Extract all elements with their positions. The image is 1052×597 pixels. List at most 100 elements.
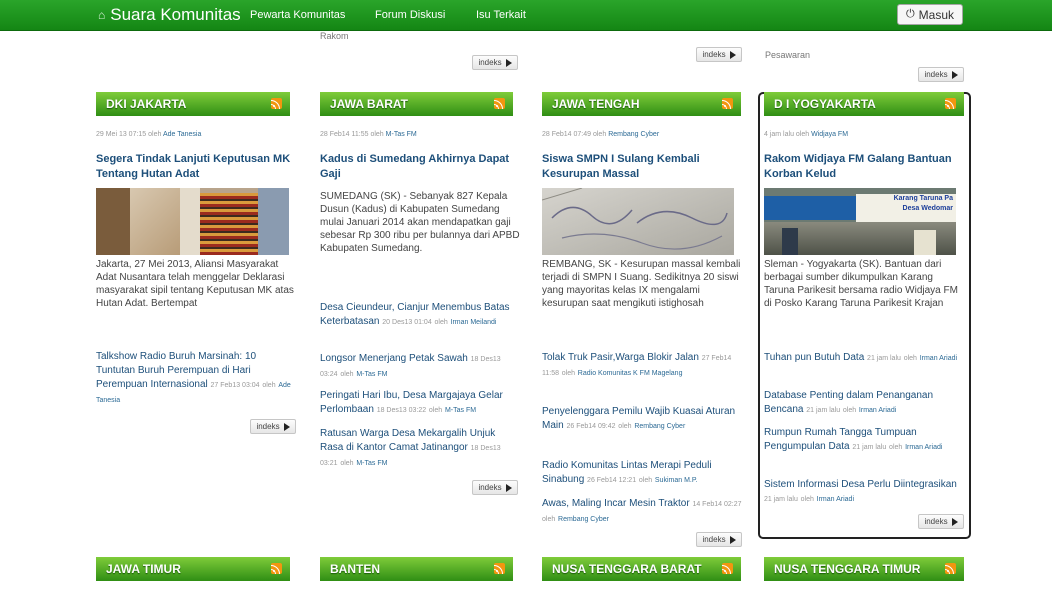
nav-forum-diskusi[interactable]: Forum Diskusi — [375, 9, 445, 21]
play-icon — [951, 517, 958, 526]
rss-icon[interactable] — [722, 98, 733, 109]
section-header-dki-jakarta[interactable]: DKI JAKARTA — [96, 92, 290, 116]
play-icon — [729, 50, 736, 59]
indeks-label: indeks — [478, 58, 502, 67]
home-icon: ⌂ — [98, 8, 106, 22]
login-button[interactable]: ⏻ Masuk — [897, 4, 963, 25]
indeks-button[interactable]: indeks — [696, 532, 742, 547]
author-link[interactable]: M-Tas FM — [356, 371, 387, 378]
clipped-text-pesawaran[interactable]: Pesawaran — [765, 50, 810, 60]
indeks-button[interactable]: indeks — [918, 514, 964, 529]
brand-label: Suara Komunitas — [110, 5, 241, 24]
post-meta: 4 jam lalu oleh Widjaya FM — [764, 131, 849, 138]
nav-pewarta-komunitas[interactable]: Pewarta Komunitas — [250, 9, 345, 21]
indeks-label: indeks — [924, 70, 948, 79]
article-link[interactable]: Talkshow Radio Buruh Marsinah: 10 Tuntut… — [96, 350, 296, 408]
brand-link[interactable]: ⌂ Suara Komunitas — [98, 5, 241, 25]
author-link[interactable]: M-Tas FM — [445, 407, 476, 414]
author-link[interactable]: Irman Ariadi — [817, 496, 854, 503]
clipped-text-rakom: Rakom — [320, 31, 349, 41]
play-icon — [951, 70, 958, 79]
section-title: DKI JAKARTA — [106, 97, 187, 111]
article-link[interactable]: Database Penting dalam Penanganan Bencan… — [764, 389, 964, 418]
article-link[interactable]: Penyelenggara Pemilu Wajib Kuasai Aturan… — [542, 405, 742, 434]
article-excerpt: REMBANG, SK - Kesurupan massal kembali t… — [542, 259, 741, 309]
article-link[interactable]: Peringati Hari Ibu, Desa Margajaya Gelar… — [320, 389, 520, 418]
rss-icon[interactable] — [494, 98, 505, 109]
article-link[interactable]: Tuhan pun Butuh Data 21 jam lalu oleh Ir… — [764, 351, 964, 366]
play-icon — [505, 483, 512, 492]
section-header-nusa-tenggara-barat[interactable]: NUSA TENGGARA BARAT — [542, 557, 741, 581]
author-link[interactable]: Rembang Cyber — [558, 516, 609, 523]
indeks-button[interactable]: indeks — [918, 67, 964, 82]
power-icon: ⏻ — [905, 8, 915, 20]
photo-banner: Karang Taruna Pa Desa Wedomar — [856, 194, 956, 222]
play-icon — [505, 58, 512, 67]
indeks-button[interactable]: indeks — [472, 480, 518, 495]
article-excerpt: Sleman - Yogyakarta (SK). Bantuan dari b… — [764, 259, 958, 309]
post-meta: 28 Feb14 07:49 oleh Rembang Cyber — [542, 131, 660, 138]
article-excerpt: Jakarta, 27 Mei 2013, Aliansi Masyarakat… — [96, 259, 294, 309]
section-header-jawa-barat[interactable]: JAWA BARAT — [320, 92, 513, 116]
article-link[interactable]: Ratusan Warga Desa Mekargalih Unjuk Rasa… — [320, 427, 520, 471]
indeks-label: indeks — [256, 422, 280, 431]
author-link[interactable]: Irman Ariadi — [905, 444, 942, 451]
post-meta: 28 Feb14 11:55 oleh M-Tas FM — [320, 131, 417, 138]
indeks-button[interactable]: indeks — [696, 47, 742, 62]
article-link[interactable]: Rumpun Rumah Tangga Tumpuan Pengumpulan … — [764, 426, 964, 455]
play-icon — [729, 535, 736, 544]
author-link[interactable]: Irman Ariadi — [920, 355, 957, 362]
section-title: JAWA TIMUR — [106, 562, 181, 576]
article-headline[interactable]: Rakom Widjaya FM Galang Bantuan Korban K… — [764, 152, 960, 182]
article-photo[interactable] — [542, 188, 734, 255]
article-link[interactable]: Sistem Informasi Desa Perlu Diintegrasik… — [764, 478, 964, 507]
article-link[interactable]: Awas, Maling Incar Mesin Traktor 14 Feb1… — [542, 497, 742, 527]
author-link[interactable]: Widjaya FM — [811, 131, 848, 138]
article-headline[interactable]: Segera Tindak Lanjuti Keputusan MK Tenta… — [96, 152, 300, 182]
section-header-di-yogyakarta[interactable]: D I YOGYAKARTA — [764, 92, 964, 116]
section-title: BANTEN — [330, 562, 380, 576]
section-header-jawa-timur[interactable]: JAWA TIMUR — [96, 557, 290, 581]
article-link[interactable]: Radio Komunitas Lintas Merapi Peduli Sin… — [542, 459, 742, 488]
nav-isu-terkait[interactable]: Isu Terkait — [476, 9, 526, 21]
author-link[interactable]: Radio Komunitas K FM Magelang — [578, 370, 683, 377]
article-link[interactable]: Desa Cieundeur, Cianjur Menembus Batas K… — [320, 301, 520, 330]
rss-icon[interactable] — [722, 563, 733, 574]
rss-icon[interactable] — [494, 563, 505, 574]
rss-icon[interactable] — [271, 98, 282, 109]
author-link[interactable]: Ade Tanesia — [163, 131, 201, 138]
article-link[interactable]: Longsor Menerjang Petak Sawah 18 Des13 0… — [320, 352, 520, 382]
section-title: JAWA BARAT — [330, 97, 408, 111]
article-headline[interactable]: Siswa SMPN I Sulang Kembali Kesurupan Ma… — [542, 152, 742, 182]
section-title: D I YOGYAKARTA — [774, 97, 876, 111]
section-header-banten[interactable]: BANTEN — [320, 557, 513, 581]
section-header-nusa-tenggara-timur[interactable]: NUSA TENGGARA TIMUR — [764, 557, 964, 581]
author-link[interactable]: Irman Ariadi — [859, 407, 896, 414]
section-title: NUSA TENGGARA BARAT — [552, 562, 702, 576]
author-link[interactable]: Rembang Cyber — [634, 423, 685, 430]
article-headline[interactable]: Kadus di Sumedang Akhirnya Dapat Gaji — [320, 152, 520, 182]
rss-icon[interactable] — [945, 563, 956, 574]
article-photo[interactable] — [96, 188, 289, 255]
section-title: NUSA TENGGARA TIMUR — [774, 562, 921, 576]
author-link[interactable]: M-Tas FM — [386, 131, 417, 138]
indeks-button[interactable]: indeks — [472, 55, 518, 70]
author-link[interactable]: Rembang Cyber — [608, 131, 659, 138]
indeks-button[interactable]: indeks — [250, 419, 296, 434]
login-label: Masuk — [918, 7, 955, 22]
author-link[interactable]: Sukiman M.P. — [655, 477, 698, 484]
post-meta: 29 Mei 13 07:15 oleh Ade Tanesia — [96, 131, 202, 138]
article-link[interactable]: Tolak Truk Pasir,Warga Blokir Jalan 27 F… — [542, 351, 742, 381]
section-title: JAWA TENGAH — [552, 97, 640, 111]
top-navbar: ⌂ Suara Komunitas Pewarta Komunitas Foru… — [0, 0, 1052, 31]
author-link[interactable]: Irman Meilandi — [451, 319, 497, 326]
photo-scribble — [542, 188, 728, 250]
rss-icon[interactable] — [271, 563, 282, 574]
article-photo[interactable]: Karang Taruna Pa Desa Wedomar — [764, 188, 956, 255]
play-icon — [283, 422, 290, 431]
rss-icon[interactable] — [945, 98, 956, 109]
indeks-label: indeks — [478, 483, 502, 492]
author-link[interactable]: M-Tas FM — [356, 460, 387, 467]
section-header-jawa-tengah[interactable]: JAWA TENGAH — [542, 92, 741, 116]
article-excerpt: SUMEDANG (SK) - Sebanyak 827 Kepala Dusu… — [320, 191, 520, 254]
